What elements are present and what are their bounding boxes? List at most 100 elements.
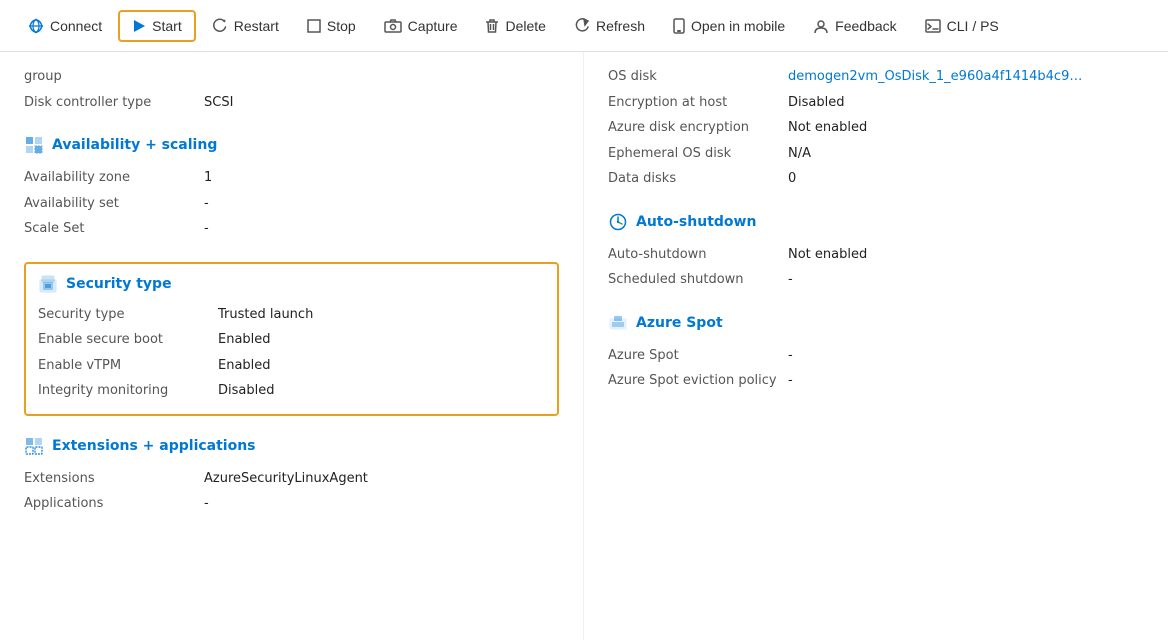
security-header: Security type [38, 274, 545, 294]
open-in-mobile-button[interactable]: Open in mobile [661, 12, 797, 40]
connect-button[interactable]: Connect [16, 12, 114, 40]
azure-spot-header: Azure Spot [608, 313, 1144, 333]
prop-label: Availability set [24, 194, 204, 214]
restart-label: Restart [234, 18, 279, 34]
group-label: group [24, 67, 204, 87]
toolbar: Connect Start Restart Stop [0, 0, 1168, 52]
prop-row: Applications- [24, 491, 559, 517]
delete-label: Delete [505, 18, 545, 34]
refresh-button[interactable]: Refresh [562, 12, 657, 40]
prop-value: Not enabled [788, 245, 867, 265]
prop-value: 0 [788, 169, 796, 189]
feedback-button[interactable]: Feedback [801, 12, 908, 40]
prop-value: - [204, 194, 209, 214]
prop-value: - [788, 346, 793, 366]
prop-value: Not enabled [788, 118, 867, 138]
auto-shutdown-props: Auto-shutdownNot enabledScheduled shutdo… [608, 242, 1144, 293]
os-disk-section: OS disk demogen2vm_OsDisk_1_e960a4f1414b… [608, 64, 1144, 192]
prop-value: N/A [788, 144, 811, 164]
restart-button[interactable]: Restart [200, 12, 291, 40]
stop-icon [307, 19, 321, 33]
prop-label: Data disks [608, 169, 788, 189]
security-title: Security type [66, 276, 172, 292]
start-icon [132, 19, 146, 33]
availability-props: Availability zone1Availability set-Scale… [24, 165, 559, 242]
prop-label: Availability zone [24, 168, 204, 188]
cli-ps-button[interactable]: CLI / PS [913, 12, 1011, 40]
capture-label: Capture [408, 18, 458, 34]
connect-label: Connect [50, 18, 102, 34]
extensions-props: ExtensionsAzureSecurityLinuxAgentApplica… [24, 466, 559, 517]
prop-row: Azure Spot eviction policy- [608, 368, 1144, 394]
os-disk-value: demogen2vm_OsDisk_1_e960a4f1414b4c968103… [788, 67, 1088, 87]
mobile-icon [673, 18, 685, 34]
prop-label: Azure Spot eviction policy [608, 371, 788, 391]
prop-label: Auto-shutdown [608, 245, 788, 265]
prop-row: Azure disk encryptionNot enabled [608, 115, 1144, 141]
refresh-label: Refresh [596, 18, 645, 34]
prop-row: Data disks0 [608, 166, 1144, 192]
prop-label: Extensions [24, 469, 204, 489]
availability-icon [24, 135, 44, 155]
prop-row: Availability zone1 [24, 165, 559, 191]
prop-value: - [788, 270, 793, 290]
prop-label: Security type [38, 305, 218, 325]
prop-row: Azure Spot- [608, 343, 1144, 369]
group-row: group [24, 64, 559, 90]
open-in-mobile-label: Open in mobile [691, 18, 785, 34]
connect-icon [28, 18, 44, 34]
capture-icon [384, 19, 402, 33]
availability-section: Availability + scaling Availability zone… [24, 135, 559, 242]
capture-button[interactable]: Capture [372, 12, 470, 40]
auto-shutdown-title: Auto-shutdown [636, 214, 756, 230]
disk-controller-label: Disk controller type [24, 93, 204, 113]
prop-label: Azure Spot [608, 346, 788, 366]
azure-spot-icon [608, 313, 628, 333]
extensions-section: Extensions + applications ExtensionsAzur… [24, 436, 559, 517]
cli-icon [925, 19, 941, 33]
prop-row: Security typeTrusted launch [38, 302, 545, 328]
prop-label: Integrity monitoring [38, 381, 218, 401]
prop-row: Availability set- [24, 191, 559, 217]
prop-value: - [204, 494, 209, 514]
prop-row: Enable secure bootEnabled [38, 327, 545, 353]
prop-row: Enable vTPMEnabled [38, 353, 545, 379]
prop-value: - [788, 371, 793, 391]
prop-value: Enabled [218, 356, 271, 376]
prop-row: Scheduled shutdown- [608, 267, 1144, 293]
start-button[interactable]: Start [118, 10, 196, 42]
prop-value: 1 [204, 168, 212, 188]
availability-header: Availability + scaling [24, 135, 559, 155]
auto-shutdown-header: Auto-shutdown [608, 212, 1144, 232]
prop-row: Auto-shutdownNot enabled [608, 242, 1144, 268]
disk-controller-value: SCSI [204, 93, 233, 113]
prop-value: - [204, 219, 209, 239]
prop-row: Integrity monitoringDisabled [38, 378, 545, 404]
prop-row: Scale Set- [24, 216, 559, 242]
security-section: Security type Security typeTrusted launc… [24, 262, 559, 416]
delete-button[interactable]: Delete [473, 12, 557, 40]
left-panel: group Disk controller type SCSI [0, 52, 584, 640]
prop-value: AzureSecurityLinuxAgent [204, 469, 368, 489]
prop-value: Trusted launch [218, 305, 313, 325]
prop-value: Enabled [218, 330, 271, 350]
prop-label: Scheduled shutdown [608, 270, 788, 290]
feedback-label: Feedback [835, 18, 896, 34]
prop-label: Applications [24, 494, 204, 514]
security-props: Security typeTrusted launchEnable secure… [38, 302, 545, 404]
right-panel: OS disk demogen2vm_OsDisk_1_e960a4f1414b… [584, 52, 1168, 640]
auto-shutdown-section: Auto-shutdown Auto-shutdownNot enabledSc… [608, 212, 1144, 293]
prop-label: Ephemeral OS disk [608, 144, 788, 164]
disk-partial-section: group Disk controller type SCSI [24, 64, 559, 115]
prop-value: Disabled [218, 381, 274, 401]
extensions-title: Extensions + applications [52, 438, 256, 454]
security-icon [38, 274, 58, 294]
prop-label: Enable vTPM [38, 356, 218, 376]
cli-ps-label: CLI / PS [947, 18, 999, 34]
prop-row: Ephemeral OS diskN/A [608, 141, 1144, 167]
azure-spot-title: Azure Spot [636, 315, 723, 331]
extensions-icon [24, 436, 44, 456]
refresh-icon [574, 18, 590, 34]
disk-controller-row: Disk controller type SCSI [24, 90, 559, 116]
stop-button[interactable]: Stop [295, 12, 368, 40]
